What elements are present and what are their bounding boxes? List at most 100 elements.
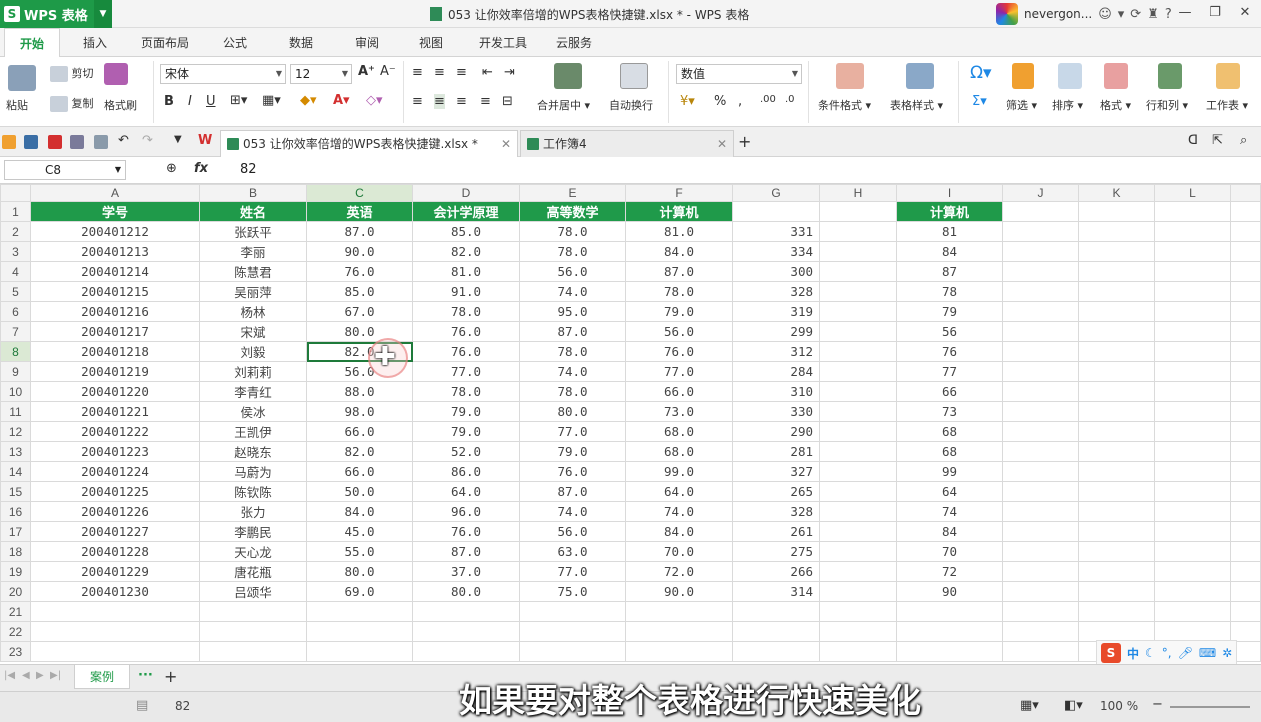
zoom-out-icon[interactable]: −	[1152, 697, 1163, 712]
cell[interactable]	[1154, 261, 1231, 282]
print-icon[interactable]	[70, 135, 84, 149]
wrap-icon[interactable]	[620, 63, 648, 89]
cell[interactable]	[1078, 441, 1155, 462]
cell[interactable]: 84	[896, 521, 1003, 542]
settings-icon[interactable]: ✲	[1222, 646, 1232, 660]
cell[interactable]	[1002, 561, 1079, 582]
cell[interactable]: 290	[732, 421, 820, 442]
align-top-icon[interactable]: ≡	[412, 65, 423, 80]
cell[interactable]: 78.0	[519, 341, 626, 362]
cell[interactable]	[732, 641, 820, 662]
cell[interactable]	[1078, 321, 1155, 342]
row-header[interactable]: 6	[0, 301, 31, 322]
cell[interactable]: 王凯伊	[199, 421, 307, 442]
cell[interactable]: 84.0	[625, 241, 733, 262]
cell[interactable]: 265	[732, 481, 820, 502]
format-painter-button[interactable]: 格式刷	[104, 97, 137, 113]
cell[interactable]	[1002, 501, 1079, 522]
merge-icon[interactable]	[554, 63, 582, 89]
row-header[interactable]: 4	[0, 261, 31, 282]
cell[interactable]	[819, 641, 897, 662]
indent-decrease-icon[interactable]: ⇤	[482, 65, 493, 80]
cell[interactable]: 79.0	[412, 421, 520, 442]
cell[interactable]	[819, 381, 897, 402]
cell[interactable]: 66.0	[625, 381, 733, 402]
row-header[interactable]: 1	[0, 201, 31, 222]
column-header-C[interactable]: C	[306, 184, 413, 202]
cell[interactable]: 87	[896, 261, 1003, 282]
cell[interactable]: 85.0	[306, 281, 413, 302]
cell[interactable]	[1078, 561, 1155, 582]
cell[interactable]: 200401219	[30, 361, 200, 382]
cell[interactable]	[732, 201, 820, 222]
row-header[interactable]: 8	[0, 341, 31, 362]
tab-review[interactable]: 审阅	[342, 28, 392, 57]
cell[interactable]	[30, 601, 200, 622]
cell[interactable]: 78.0	[412, 301, 520, 322]
refresh-icon[interactable]: ⟳	[1130, 7, 1141, 22]
cell[interactable]: 77.0	[412, 361, 520, 382]
cell[interactable]: 55.0	[306, 541, 413, 562]
paste-icon[interactable]	[8, 65, 36, 91]
row-header[interactable]: 13	[0, 441, 31, 462]
cell[interactable]	[1230, 221, 1261, 242]
cell[interactable]	[1078, 421, 1155, 442]
cell[interactable]	[819, 521, 897, 542]
font-name-select[interactable]: 宋体 ▼	[160, 64, 286, 84]
cell[interactable]	[519, 601, 626, 622]
cell[interactable]	[819, 261, 897, 282]
wps-w-icon[interactable]: W	[198, 133, 212, 148]
cell[interactable]	[625, 621, 733, 642]
cell[interactable]: 95.0	[519, 301, 626, 322]
cell[interactable]: 80.0	[306, 561, 413, 582]
currency-icon[interactable]: ¥▾	[680, 94, 695, 109]
column-header-H[interactable]: H	[819, 184, 897, 202]
cell[interactable]	[1002, 241, 1079, 262]
column-header-next[interactable]	[1230, 184, 1261, 202]
cell[interactable]: 86.0	[412, 461, 520, 482]
cell[interactable]: 82.0	[306, 441, 413, 462]
cell[interactable]: 马蔚为	[199, 461, 307, 482]
clear-format-icon[interactable]: ◇▾	[366, 93, 383, 108]
cell[interactable]: 330	[732, 401, 820, 422]
select-all-corner[interactable]	[0, 184, 31, 202]
cell[interactable]	[1002, 401, 1079, 422]
cell[interactable]	[1230, 601, 1261, 622]
cell[interactable]: 76.0	[412, 521, 520, 542]
cell[interactable]: 81	[896, 221, 1003, 242]
tab-view[interactable]: 视图	[406, 28, 456, 57]
font-color-icon[interactable]: A▾	[333, 93, 350, 108]
cell[interactable]: 87.0	[625, 261, 733, 282]
cell[interactable]: 200401220	[30, 381, 200, 402]
cell[interactable]	[819, 501, 897, 522]
cell[interactable]: 80.0	[519, 401, 626, 422]
cell[interactable]	[1154, 221, 1231, 242]
cell[interactable]: 328	[732, 281, 820, 302]
user-area[interactable]: nevergon... ☺ ▾ ⟳ ♜ ?	[996, 2, 1172, 26]
cell[interactable]	[1154, 361, 1231, 382]
cell[interactable]	[1154, 341, 1231, 362]
cell[interactable]	[1154, 501, 1231, 522]
sheet-next-icon[interactable]: ▶	[36, 670, 44, 681]
font-shrink-icon[interactable]: A⁻	[380, 64, 396, 79]
cell[interactable]: 76.0	[519, 461, 626, 482]
table-style-button[interactable]: 表格样式 ▾	[890, 97, 943, 113]
cell[interactable]	[1230, 421, 1261, 442]
cell[interactable]	[1230, 581, 1261, 602]
cell[interactable]: 50.0	[306, 481, 413, 502]
percent-button[interactable]: %	[714, 94, 726, 109]
cell[interactable]	[819, 421, 897, 442]
cell[interactable]: 天心龙	[199, 541, 307, 562]
minimize-icon[interactable]: —	[1170, 0, 1200, 28]
cell[interactable]: 79.0	[412, 401, 520, 422]
cell[interactable]	[30, 641, 200, 662]
cell[interactable]	[732, 621, 820, 642]
cell[interactable]	[732, 601, 820, 622]
cell[interactable]: 78.0	[625, 281, 733, 302]
cell[interactable]: 80.0	[412, 581, 520, 602]
cell[interactable]: 68	[896, 421, 1003, 442]
cell[interactable]	[819, 561, 897, 582]
indent-increase-icon[interactable]: ⇥	[504, 65, 515, 80]
zoom-level[interactable]: 100 %	[1100, 699, 1138, 713]
copy-button[interactable]: 复制	[50, 95, 94, 112]
